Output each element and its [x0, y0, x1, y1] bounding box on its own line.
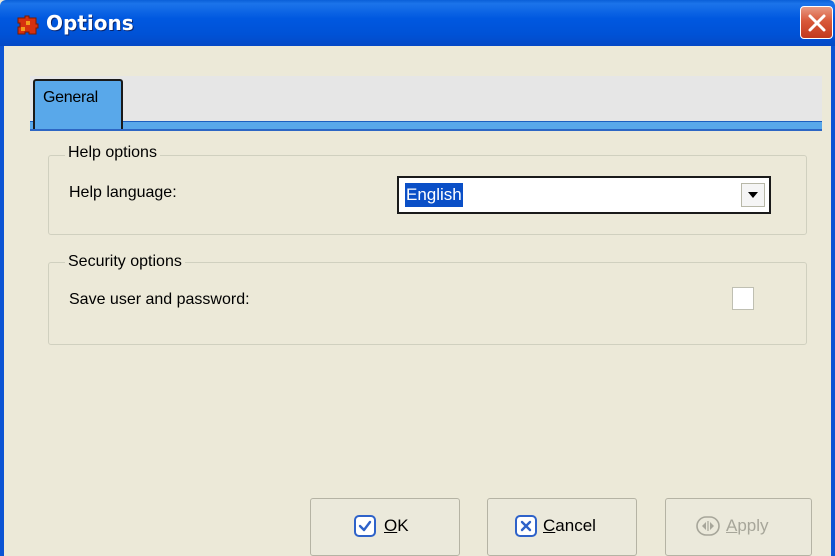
- cancel-button-label: Cancel: [543, 516, 596, 535]
- apply-icon: [696, 516, 720, 536]
- tab-underline: [30, 121, 822, 131]
- close-icon: [808, 14, 826, 32]
- chevron-down-icon: [748, 192, 758, 198]
- help-options-title: Help options: [65, 144, 160, 162]
- ok-button-label: OK: [384, 516, 409, 535]
- help-language-value: English: [405, 183, 463, 207]
- dropdown-arrow-button[interactable]: [741, 183, 765, 207]
- close-button[interactable]: [800, 6, 833, 39]
- save-credentials-label: Save user and password:: [69, 291, 250, 308]
- help-language-select[interactable]: English: [397, 176, 771, 214]
- cancel-button[interactable]: Cancel: [487, 498, 637, 556]
- tab-strip: [30, 76, 822, 121]
- tab-general[interactable]: General: [33, 79, 123, 129]
- apply-button-label: Apply: [726, 516, 769, 535]
- x-icon: [515, 515, 537, 537]
- options-dialog: Options General Help options Help langua…: [0, 0, 835, 556]
- window-title: Options: [46, 11, 134, 35]
- window-border-left: [0, 46, 4, 556]
- tab-general-label: General: [43, 89, 98, 106]
- ok-button[interactable]: OK: [310, 498, 460, 556]
- window-border-right: [831, 46, 835, 556]
- apply-button[interactable]: Apply: [665, 498, 812, 556]
- security-options-title: Security options: [65, 253, 185, 271]
- help-language-label: Help language:: [69, 184, 177, 201]
- check-icon: [354, 515, 376, 537]
- title-bar[interactable]: Options: [0, 0, 835, 46]
- save-credentials-checkbox[interactable]: [732, 287, 754, 310]
- puzzle-icon: [17, 15, 39, 35]
